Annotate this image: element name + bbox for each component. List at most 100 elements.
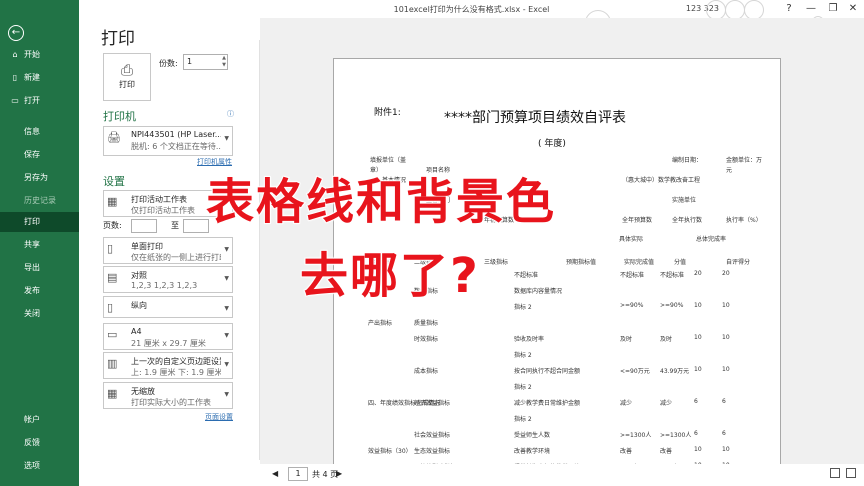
setting-description: 上: 1.9 厘米 下: 1.9 厘米... (131, 368, 221, 377)
sidebar-item-label: 打印 (24, 217, 40, 226)
sidebar-bottom-item[interactable]: 帐户 (0, 410, 79, 430)
chevron-down-icon: ▼ (224, 332, 229, 339)
settings-dropdown[interactable]: ▤ 对照 1,2,3 1,2,3 1,2,3 ▼ (103, 266, 233, 293)
backstage-sidebar: ← ⌂ 开始 ▯ 新建 ▭ 打开信息保存另存为历史记录打印共享导出发布关闭帐户反馈选项 (0, 0, 79, 486)
sidebar-item-label: 保存 (24, 150, 40, 159)
sheet-cell: 时效指标 (414, 336, 439, 343)
print-button-label: 打印 (119, 80, 135, 89)
sidebar-item-label: 共享 (24, 240, 40, 249)
sheet-cell: 改善教学环境 (514, 448, 551, 455)
sheet-cell: 质量指标 (414, 320, 439, 327)
sidebar-item-4[interactable]: 保存 (0, 145, 79, 165)
sheet-cell: 指标 2 (514, 416, 532, 423)
minimize-icon[interactable]: — (802, 1, 820, 17)
back-arrow-icon[interactable]: ← (8, 25, 24, 41)
help-icon[interactable]: ? (780, 1, 798, 17)
sidebar-item-5[interactable]: 另存为 (0, 168, 79, 188)
sidebar-item-10[interactable]: 发布 (0, 281, 79, 301)
chevron-down-icon: ▼ (224, 275, 229, 282)
copies-label: 份数: (159, 59, 178, 68)
sheet-cell: 总体完成率 (696, 236, 727, 243)
sheet-cell: 及时 (620, 336, 633, 343)
sheet-cell: 6 (694, 430, 698, 437)
sheet-cell: 20 (722, 270, 730, 277)
show-margins-icon[interactable] (830, 468, 840, 478)
setting-icon: ▦ (107, 387, 118, 400)
sheet-cell: 成本指标 (414, 368, 439, 375)
setting-icon: ▯ (107, 301, 114, 314)
doc-attachment-label: 附件1: (374, 108, 401, 118)
copies-value: 1 (187, 57, 193, 66)
sidebar-item-11[interactable]: 关闭 (0, 304, 79, 324)
sheet-cell: 执行率（%） (726, 217, 762, 224)
setting-label: 纵向 (131, 301, 147, 310)
sheet-cell: 金额单位：万 (726, 157, 763, 164)
printer-icon: ⎙ (120, 61, 133, 79)
copies-input[interactable]: 1 ▲ ▼ (183, 54, 228, 70)
sheet-cell: 全年执行数 (672, 217, 703, 224)
pages-to-label: 至 (171, 221, 179, 230)
sheet-cell: 10 (694, 302, 702, 309)
sheet-cell: 三级指标 (484, 259, 509, 266)
sheet-cell: 经济效益指标 (414, 400, 451, 407)
sidebar-item-2[interactable]: ▭ 打开 (0, 91, 79, 111)
prev-page-icon[interactable]: ◀ (272, 469, 278, 478)
sidebar-item-1[interactable]: ▯ 新建 (0, 68, 79, 88)
page-count: 共 4 页 (312, 470, 339, 479)
spinner-icon[interactable]: ▲ ▼ (222, 55, 226, 69)
settings-dropdown[interactable]: ▯ 纵向 ▼ (103, 296, 233, 318)
sheet-cell: >=1300人 (620, 432, 652, 439)
info-icon[interactable]: ⓘ (227, 109, 234, 119)
sidebar-item-icon: ▯ (12, 73, 18, 82)
sidebar-item-label: 选项 (24, 461, 40, 470)
settings-dropdown[interactable]: ▭ A4 21 厘米 x 29.7 厘米 ▼ (103, 323, 233, 350)
sheet-cell: 10 (722, 334, 730, 341)
zoom-to-page-icon[interactable] (846, 468, 856, 478)
current-page-input[interactable]: 1 (288, 467, 308, 481)
sheet-cell: 按合同执行不超合同金额 (514, 368, 581, 375)
sidebar-item-3[interactable]: 信息 (0, 122, 79, 142)
sidebar-item-9[interactable]: 导出 (0, 258, 79, 278)
sidebar-item-label: 导出 (24, 263, 40, 272)
setting-description: 仅在纸张的一侧上进行打印 (131, 253, 221, 262)
setting-icon: ▦ (107, 195, 118, 208)
setting-description: 1,2,3 1,2,3 1,2,3 (131, 281, 198, 290)
sidebar-item-icon: ▭ (11, 96, 19, 105)
decorative-circuit (706, 0, 726, 20)
sidebar-item-label: 帐户 (24, 415, 40, 424)
sheet-cell: 减少教学费日常维护金额 (514, 400, 581, 407)
pages-from-input[interactable] (131, 219, 157, 233)
settings-dropdown[interactable]: ▯ 单面打印 仅在纸张的一侧上进行打印 ▼ (103, 237, 233, 264)
settings-dropdown[interactable]: ▦ 无缩放 打印实际大小的工作表 ▼ (103, 382, 233, 409)
restore-icon[interactable]: ❐ (824, 1, 842, 17)
sidebar-bottom-item[interactable]: 选项 (0, 456, 79, 476)
sidebar-item-7[interactable]: 打印 (0, 212, 79, 232)
sidebar-item-label: 反馈 (24, 438, 40, 447)
sheet-cell: 不超标准 (514, 272, 539, 279)
sidebar-item-6[interactable]: 历史记录 (0, 191, 79, 211)
settings-dropdown[interactable]: ▥ 上一次的自定义页边距设置 上: 1.9 厘米 下: 1.9 厘米... ▼ (103, 352, 233, 379)
sidebar-item-0[interactable]: ⌂ 开始 (0, 45, 79, 65)
next-page-icon[interactable]: ▶ (336, 469, 342, 478)
sheet-cell: 编制日期： (672, 157, 703, 164)
print-button[interactable]: ⎙ 打印 (103, 53, 151, 101)
sheet-cell: 具体实际 (619, 236, 644, 243)
sheet-cell: 产出指标 (368, 320, 393, 327)
sheet-cell: 指标 2 (514, 304, 532, 311)
sidebar-bottom-item[interactable]: 反馈 (0, 433, 79, 453)
sheet-cell: 6 (722, 430, 726, 437)
sheet-cell: 不超标准 (620, 272, 645, 279)
doc-year: ( 年度) (538, 139, 566, 149)
page-setup-link[interactable]: 页面设置 (205, 412, 233, 422)
printer-dropdown[interactable]: 🖨 NPI443501 (HP Laser... 脱机: 6 个文档正在等待..… (103, 126, 233, 156)
sidebar-item-label: 历史记录 (24, 196, 56, 205)
sheet-cell: 6 (722, 398, 726, 405)
sidebar-item-label: 另存为 (24, 173, 48, 182)
sidebar-item-label: 信息 (24, 127, 40, 136)
setting-icon: ▭ (107, 328, 118, 341)
chevron-down-icon: ▼ (224, 361, 229, 368)
sidebar-item-8[interactable]: 共享 (0, 235, 79, 255)
sheet-cell: 43.99万元 (660, 368, 690, 375)
sheet-cell: 20 (694, 270, 702, 277)
close-icon[interactable]: ✕ (844, 1, 862, 17)
